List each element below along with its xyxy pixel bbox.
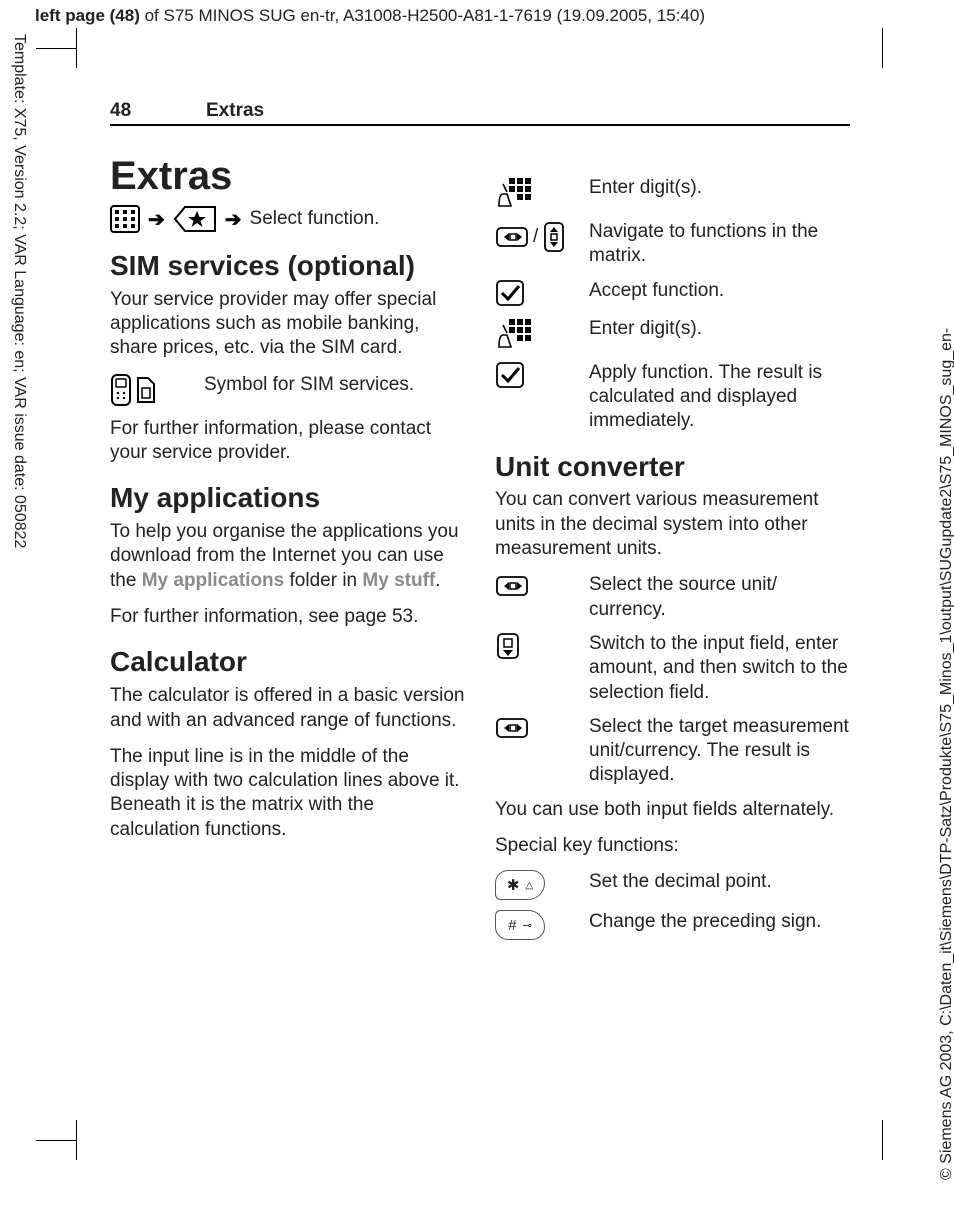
sim-paragraph-1: Your service provider may offer special … — [110, 288, 465, 361]
margin-text-right: © Siemens AG 2003, C:\Daten_it\Siemens\D… — [938, 328, 954, 1180]
crop-mark — [36, 1140, 76, 1141]
unit-row-target: Select the target measurement unit/curre… — [495, 715, 850, 788]
calc-row-enter-digits-2: Enter digit(s). — [495, 317, 850, 351]
page: left page (48) of S75 MINOS SUG en-tr, A… — [0, 0, 954, 1224]
nav-up-down-icon — [542, 220, 566, 254]
keypad-hand-icon — [495, 317, 531, 351]
running-title: Extras — [206, 100, 264, 122]
unit-row-text: Switch to the input field, enter amount,… — [589, 632, 850, 705]
crop-mark — [76, 1120, 77, 1160]
text: folder in — [284, 570, 362, 591]
nav-select-text: Select function. — [250, 208, 380, 230]
key-row-star: ✱△ Set the decimal point. — [495, 870, 850, 900]
page-number: 48 — [110, 100, 206, 122]
arrow-right-icon: ➔ — [148, 207, 165, 232]
nav-path: ➔ ➔ Select function. — [110, 205, 465, 233]
calc-row-enter-digits-1: Enter digit(s). — [495, 176, 850, 210]
unit-paragraph-1: You can convert various measurement unit… — [495, 488, 850, 561]
nav-left-right-icon — [495, 715, 529, 741]
running-header: 48 Extras — [110, 100, 850, 126]
apps-paragraph-2: For further information, see page 53. — [110, 605, 465, 629]
calc-row-accept: Accept function. — [495, 279, 850, 307]
unit-row-input: Switch to the input field, enter amount,… — [495, 632, 850, 705]
sim-paragraph-2: For further information, please contact … — [110, 417, 465, 466]
column-left: Extras ➔ — [110, 144, 465, 950]
calc-row-text: Apply function. The result is calculated… — [589, 361, 850, 434]
nav-left-right-icon — [495, 573, 529, 599]
arrow-right-icon: ➔ — [225, 207, 242, 232]
unit-row-text: Select the source unit/ currency. — [589, 573, 850, 622]
nav-down-icon — [495, 632, 521, 662]
unit-paragraph-2: You can use both input fields alternatel… — [495, 798, 850, 822]
heading-my-applications: My applications — [110, 483, 465, 514]
calc-row-navigate: / Navigate to functions in the matrix. — [495, 220, 850, 269]
star-key-icon: ✱△ — [495, 870, 545, 900]
crop-mark — [882, 1120, 883, 1160]
calc-row-text: Enter digit(s). — [589, 176, 850, 200]
hash-key-icon: #⊸ — [495, 910, 545, 940]
top-annotation: left page (48) of S75 MINOS SUG en-tr, A… — [35, 6, 705, 26]
sim-card-icon — [136, 376, 156, 404]
key-row-text: Change the preceding sign. — [589, 910, 850, 934]
heading-unit-converter: Unit converter — [495, 452, 850, 483]
keypad-hand-icon — [495, 176, 531, 210]
star-folder-icon — [173, 205, 217, 233]
apps-paragraph-1: To help you organise the applications yo… — [110, 520, 465, 593]
key-row-text: Set the decimal point. — [589, 870, 850, 894]
unit-row-text: Select the target measurement unit/curre… — [589, 715, 850, 788]
text: . — [435, 570, 440, 591]
check-icon — [495, 361, 525, 389]
calc-row-text: Enter digit(s). — [589, 317, 850, 341]
calc-row-text: Accept function. — [589, 279, 850, 303]
content-frame: 48 Extras Extras — [110, 100, 850, 950]
text-emphasis: My applications — [142, 570, 285, 591]
column-right: Enter digit(s). / — [495, 144, 850, 950]
calc-paragraph-1: The calculator is offered in a basic ver… — [110, 684, 465, 733]
nav-left-right-icon — [495, 224, 529, 250]
calc-row-text: Navigate to functions in the matrix. — [589, 220, 850, 269]
columns: Extras ➔ — [110, 144, 850, 950]
crop-mark — [882, 28, 883, 68]
calc-paragraph-2: The input line is in the middle of the d… — [110, 745, 465, 842]
calc-row-apply: Apply function. The result is calculated… — [495, 361, 850, 434]
slash: / — [533, 226, 538, 248]
crop-mark — [76, 28, 77, 68]
text-emphasis: My stuff — [362, 570, 435, 591]
sim-phone-icon — [110, 373, 132, 407]
heading-calculator: Calculator — [110, 647, 465, 678]
menu-grid-icon — [110, 205, 140, 233]
unit-row-source: Select the source unit/ currency. — [495, 573, 850, 622]
sim-symbol-row: Symbol for SIM services. — [110, 373, 465, 407]
heading-sim-services: SIM services (optional) — [110, 251, 465, 282]
unit-paragraph-3: Special key functions: — [495, 834, 850, 858]
margin-text-left: Template: X75, Version 2.2; VAR Language… — [10, 34, 28, 548]
check-icon — [495, 279, 525, 307]
page-title: Extras — [110, 154, 465, 199]
top-annotation-bold: left page (48) — [35, 6, 140, 25]
sim-symbol-text: Symbol for SIM services. — [204, 373, 465, 397]
key-row-hash: #⊸ Change the preceding sign. — [495, 910, 850, 940]
top-annotation-rest: of S75 MINOS SUG en-tr, A31008-H2500-A81… — [140, 6, 705, 25]
crop-mark — [36, 48, 76, 49]
